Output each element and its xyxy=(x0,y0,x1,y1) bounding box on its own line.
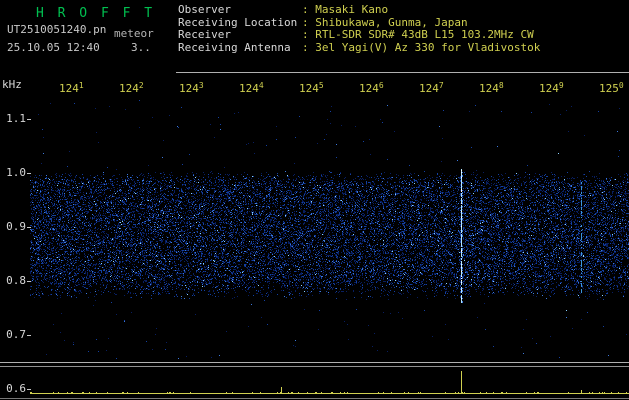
time-tick-label: 1242 xyxy=(119,81,144,95)
station-info-label: Receiver xyxy=(178,28,231,41)
hrofft-screen: H R O F F T UT2510051240.pn meteor 25.10… xyxy=(0,0,629,400)
freq-tick-label: 0.9 xyxy=(6,220,26,233)
capture-datetime: 25.10.05 12:40 xyxy=(7,41,100,54)
time-tick-label: 1247 xyxy=(419,81,444,95)
freq-tick-label: 0.7 xyxy=(6,328,26,341)
time-tick-label: 1241 xyxy=(59,81,84,95)
app-title: H R O F F T xyxy=(36,6,156,21)
freq-tick-label: 0.8 xyxy=(6,274,26,287)
freq-tick-mark xyxy=(27,119,31,120)
freq-unit-label: kHz xyxy=(2,78,22,91)
freq-tick-label: 1.0 xyxy=(6,166,26,179)
station-info-row: Receiver : RTL-SDR SDR# 43dB L15 103.2MHz… xyxy=(178,28,540,42)
station-info-value: : 3el Yagi(V) Az 330 for Vladivostok xyxy=(302,40,541,54)
time-tick-label: 1249 xyxy=(539,81,564,95)
station-info-label: Observer xyxy=(178,3,231,16)
freq-tick-label: 0.6 xyxy=(6,382,26,395)
time-tick-label: 1245 xyxy=(299,81,324,95)
spectrogram-canvas xyxy=(30,100,629,360)
freq-tick-mark xyxy=(27,389,31,390)
freq-tick-mark xyxy=(27,227,31,228)
capture-filename: UT2510051240.pn xyxy=(7,23,107,36)
time-tick-label: 1250 xyxy=(599,81,624,95)
observer-tag: meteor xyxy=(114,27,154,40)
station-info-row: Receiving Antenna : 3el Yagi(V) Az 330 fo… xyxy=(178,40,541,55)
freq-tick-mark xyxy=(27,281,31,282)
station-info-value: : RTL-SDR SDR# 43dB L15 103.2MHz CW xyxy=(302,28,534,41)
time-tick-label: 1246 xyxy=(359,81,384,95)
time-tick-label: 1248 xyxy=(479,81,504,95)
station-info-label: Receiving Antenna xyxy=(178,40,291,54)
station-info: Observer: Masaki Kano Receiving Location… xyxy=(178,3,541,55)
time-tick-label: 1243 xyxy=(179,81,204,95)
echo-counter: 3.. xyxy=(131,41,151,54)
time-tick-label: 1244 xyxy=(239,81,264,95)
station-info-row: Observer : Masaki Kano xyxy=(178,3,540,17)
station-info-value: : Masaki Kano xyxy=(302,3,389,16)
freq-tick-mark xyxy=(27,335,31,336)
signal-level-strip-canvas xyxy=(0,360,629,400)
freq-tick-mark xyxy=(27,173,31,174)
header-divider xyxy=(176,72,629,73)
freq-tick-label: 1.1 xyxy=(6,112,26,125)
